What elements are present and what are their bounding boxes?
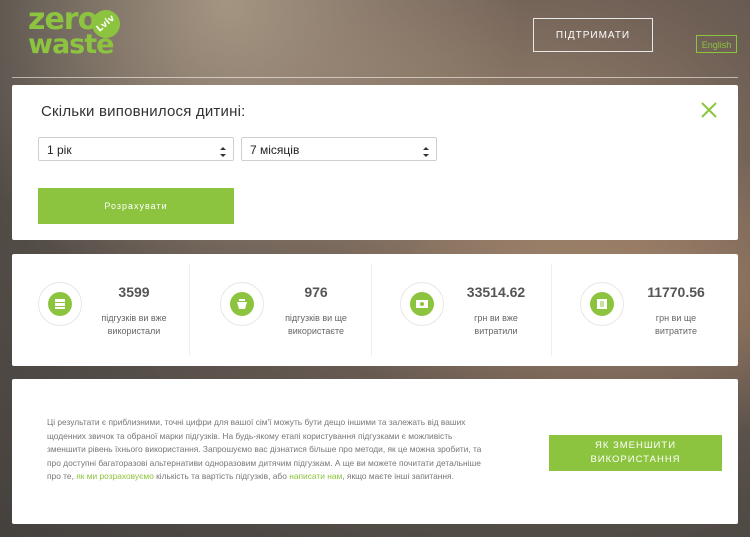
diaper-stack-icon xyxy=(48,292,72,316)
stat-money-future: 11770.56 грн ви ще витратите xyxy=(554,254,732,366)
stat-value: 11770.56 xyxy=(647,284,705,300)
money-spent-icon xyxy=(410,292,434,316)
info-text-part: кількість та вартість підгузків, або xyxy=(156,471,287,482)
how-we-calculate-link[interactable]: як ми розраховуємо xyxy=(76,471,154,481)
stat-divider xyxy=(551,264,552,356)
stat-value: 33514.62 xyxy=(466,284,526,300)
stat-label: підгузків ви вже використали xyxy=(101,313,167,336)
stat-icon-circle xyxy=(400,282,444,326)
site-header: zero waste Lviv ПІДТРИМАТИ English xyxy=(0,0,750,78)
stat-label: підгузків ви ще використаєте xyxy=(285,313,347,336)
support-button[interactable]: ПІДТРИМАТИ xyxy=(533,18,653,52)
stat-divider xyxy=(189,264,190,356)
money-future-icon xyxy=(590,292,614,316)
reduce-label-line1: ЯК ЗМЕНШИТИ xyxy=(594,440,677,451)
stat-value: 3599 xyxy=(118,284,150,300)
contact-us-link[interactable]: написати нам xyxy=(289,471,342,481)
reduce-label-line2: ВИКОРИСТАННЯ xyxy=(590,454,681,465)
stat-used-diapers: 3599 підгузків ви вже використали xyxy=(12,254,190,366)
months-select-value: 7 місяців xyxy=(250,143,300,157)
header-divider xyxy=(12,77,738,78)
how-to-reduce-button[interactable]: ЯК ЗМЕНШИТИ ВИКОРИСТАННЯ xyxy=(549,435,722,471)
stat-value: 976 xyxy=(304,284,328,300)
stat-icon-circle xyxy=(580,282,624,326)
stat-label: грн ви вже витратили xyxy=(474,313,518,336)
language-switch-button[interactable]: English xyxy=(696,35,737,53)
stat-money-spent: 33514.62 грн ви вже витратили xyxy=(374,254,552,366)
results-panel: 3599 підгузків ви вже використали 976 під… xyxy=(12,254,738,366)
select-arrows-icon xyxy=(219,143,227,157)
zero-waste-lviv-logo[interactable]: zero waste Lviv xyxy=(28,4,126,64)
calculator-title: Скільки виповнилося дитині: xyxy=(41,103,246,120)
diaper-basket-icon xyxy=(230,292,254,316)
stat-label: грн ви ще витратите xyxy=(655,313,697,336)
close-icon[interactable] xyxy=(700,101,718,119)
info-panel: Ці результати є приблизними, точні цифри… xyxy=(12,379,738,524)
age-calculator-panel: Скільки виповнилося дитині: 1 рік 7 міся… xyxy=(12,85,738,240)
years-select-value: 1 рік xyxy=(47,143,72,157)
info-text-part: , якщо маєте інші запитання. xyxy=(342,471,454,482)
stat-divider xyxy=(371,264,372,356)
info-text: Ці результати є приблизними, точні цифри… xyxy=(47,416,492,484)
calculate-button[interactable]: Розрахувати xyxy=(38,188,234,224)
stat-icon-circle xyxy=(38,282,82,326)
select-arrows-icon xyxy=(422,143,430,157)
stat-icon-circle xyxy=(220,282,264,326)
months-select[interactable]: 7 місяців xyxy=(241,137,437,161)
stat-future-diapers: 976 підгузків ви ще використаєте xyxy=(194,254,372,366)
years-select[interactable]: 1 рік xyxy=(38,137,234,161)
